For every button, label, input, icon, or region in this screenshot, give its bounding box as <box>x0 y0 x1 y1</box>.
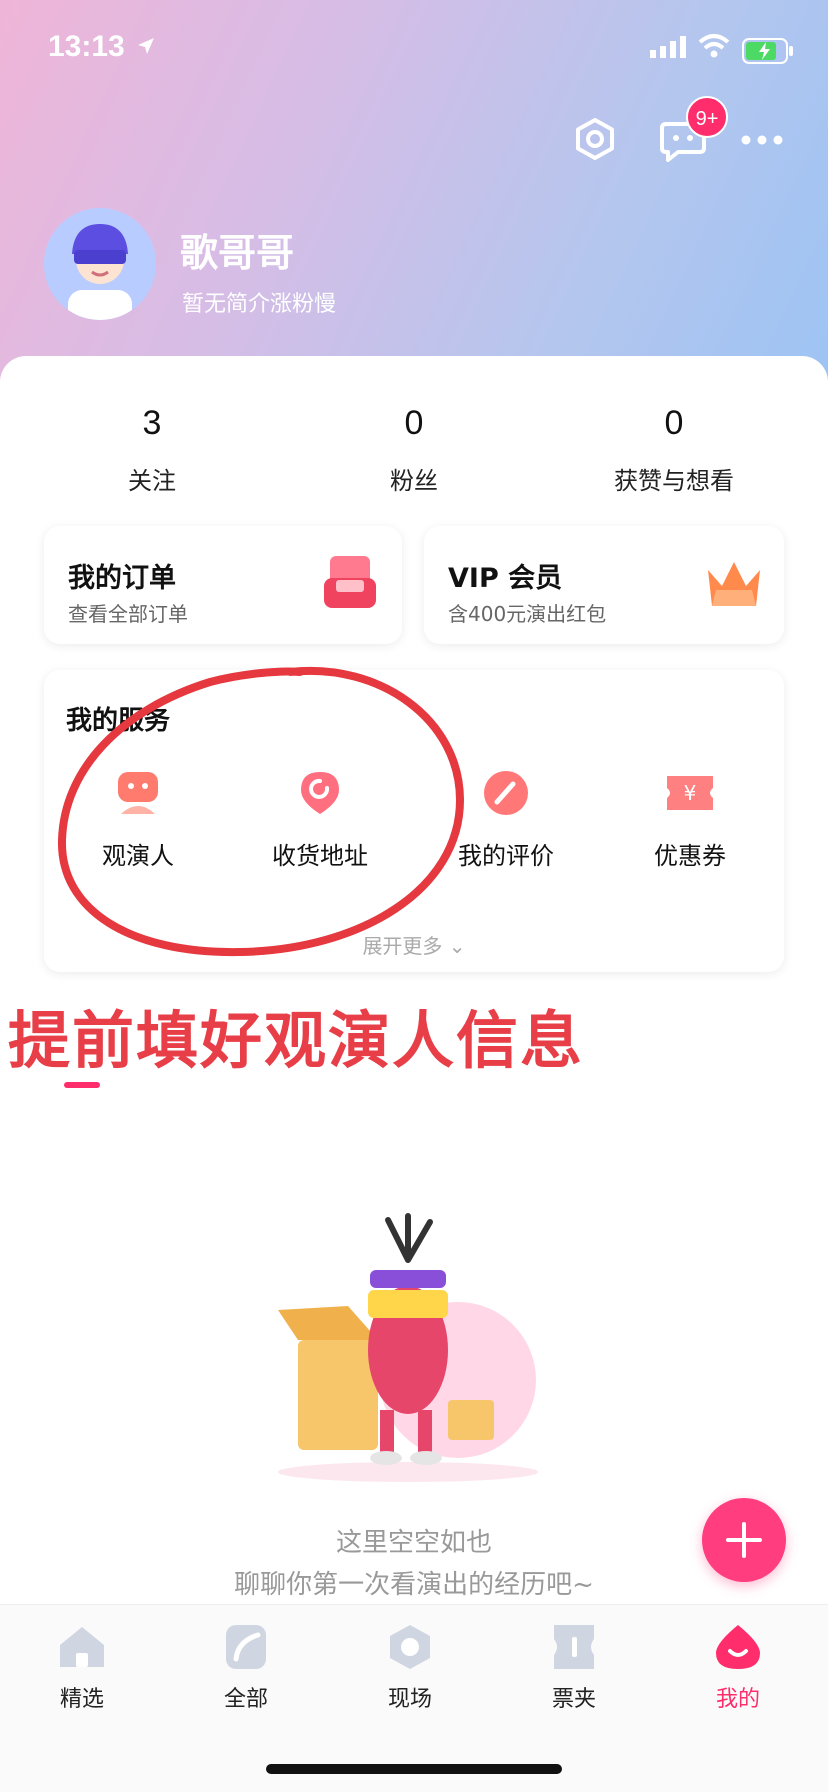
active-tab-indicator <box>64 1082 100 1088</box>
nav-label: 精选 <box>59 1687 104 1712</box>
nav-mine[interactable]: 我的 <box>678 1623 798 1713</box>
stat-following[interactable]: 3 关注 <box>52 404 252 496</box>
category-icon <box>226 1625 266 1669</box>
vip-tile[interactable]: VIP 会员 含400元演出红包 <box>424 526 784 644</box>
stat-likes[interactable]: 0 获赞与想看 <box>574 404 774 496</box>
tile-title: 我的订单 <box>68 563 176 594</box>
more-icon[interactable] <box>740 134 784 146</box>
nav-label: 我的 <box>715 1687 760 1712</box>
plus-icon <box>726 1522 762 1558</box>
nav-live[interactable]: 现场 <box>350 1623 470 1713</box>
battery-icon <box>742 38 793 64</box>
service-coupons[interactable]: ¥ 优惠券 <box>610 770 770 871</box>
stat-fans[interactable]: 0 粉丝 <box>314 404 514 496</box>
service-label: 优惠券 <box>654 842 726 870</box>
nav-all[interactable]: 全部 <box>186 1623 306 1713</box>
nav-label: 全部 <box>223 1687 268 1712</box>
stat-label: 粉丝 <box>390 467 438 495</box>
home-indicator <box>266 1764 562 1774</box>
avatar-illustration <box>44 208 156 320</box>
crown-icon <box>708 562 760 606</box>
tile-title: VIP 会员 <box>448 563 563 594</box>
live-icon <box>390 1625 430 1669</box>
my-orders-tile[interactable]: 我的订单 查看全部订单 <box>44 526 402 644</box>
tile-subtitle: 查看全部订单 <box>68 602 188 626</box>
empty-state-illustration <box>278 1213 538 1482</box>
nav-tickets[interactable]: 票夹 <box>514 1623 634 1713</box>
profile-icon <box>716 1625 760 1669</box>
stat-label: 获赞与想看 <box>614 467 734 495</box>
create-post-button[interactable] <box>702 1498 786 1582</box>
coupon-icon: ¥ <box>667 776 713 810</box>
bio[interactable]: 暂无简介涨粉慢 <box>182 286 336 318</box>
stat-value: 3 <box>142 404 162 442</box>
nav-label: 现场 <box>387 1687 432 1712</box>
avatar[interactable] <box>44 208 156 320</box>
settings-icon[interactable] <box>574 118 616 160</box>
stat-label: 关注 <box>128 467 176 495</box>
nav-label: 票夹 <box>551 1687 596 1712</box>
wifi-icon <box>698 34 730 58</box>
svg-text:¥: ¥ <box>684 781 697 805</box>
home-icon <box>60 1627 104 1667</box>
order-seat-icon <box>324 556 376 608</box>
signal-icon <box>650 36 686 58</box>
annotation-circle <box>57 666 465 957</box>
ticket-icon <box>554 1625 594 1669</box>
stat-value: 0 <box>664 404 684 442</box>
nav-featured[interactable]: 精选 <box>22 1623 142 1713</box>
status-bar: 13:13 <box>0 0 828 100</box>
stat-value: 0 <box>404 404 424 442</box>
username: 歌哥哥 <box>180 231 295 275</box>
status-time: 13:13 <box>48 30 125 63</box>
pen-icon <box>484 771 528 815</box>
tile-subtitle: 含400元演出红包 <box>448 602 607 626</box>
location-arrow-icon <box>138 38 154 54</box>
message-badge: 9+ <box>686 96 728 138</box>
